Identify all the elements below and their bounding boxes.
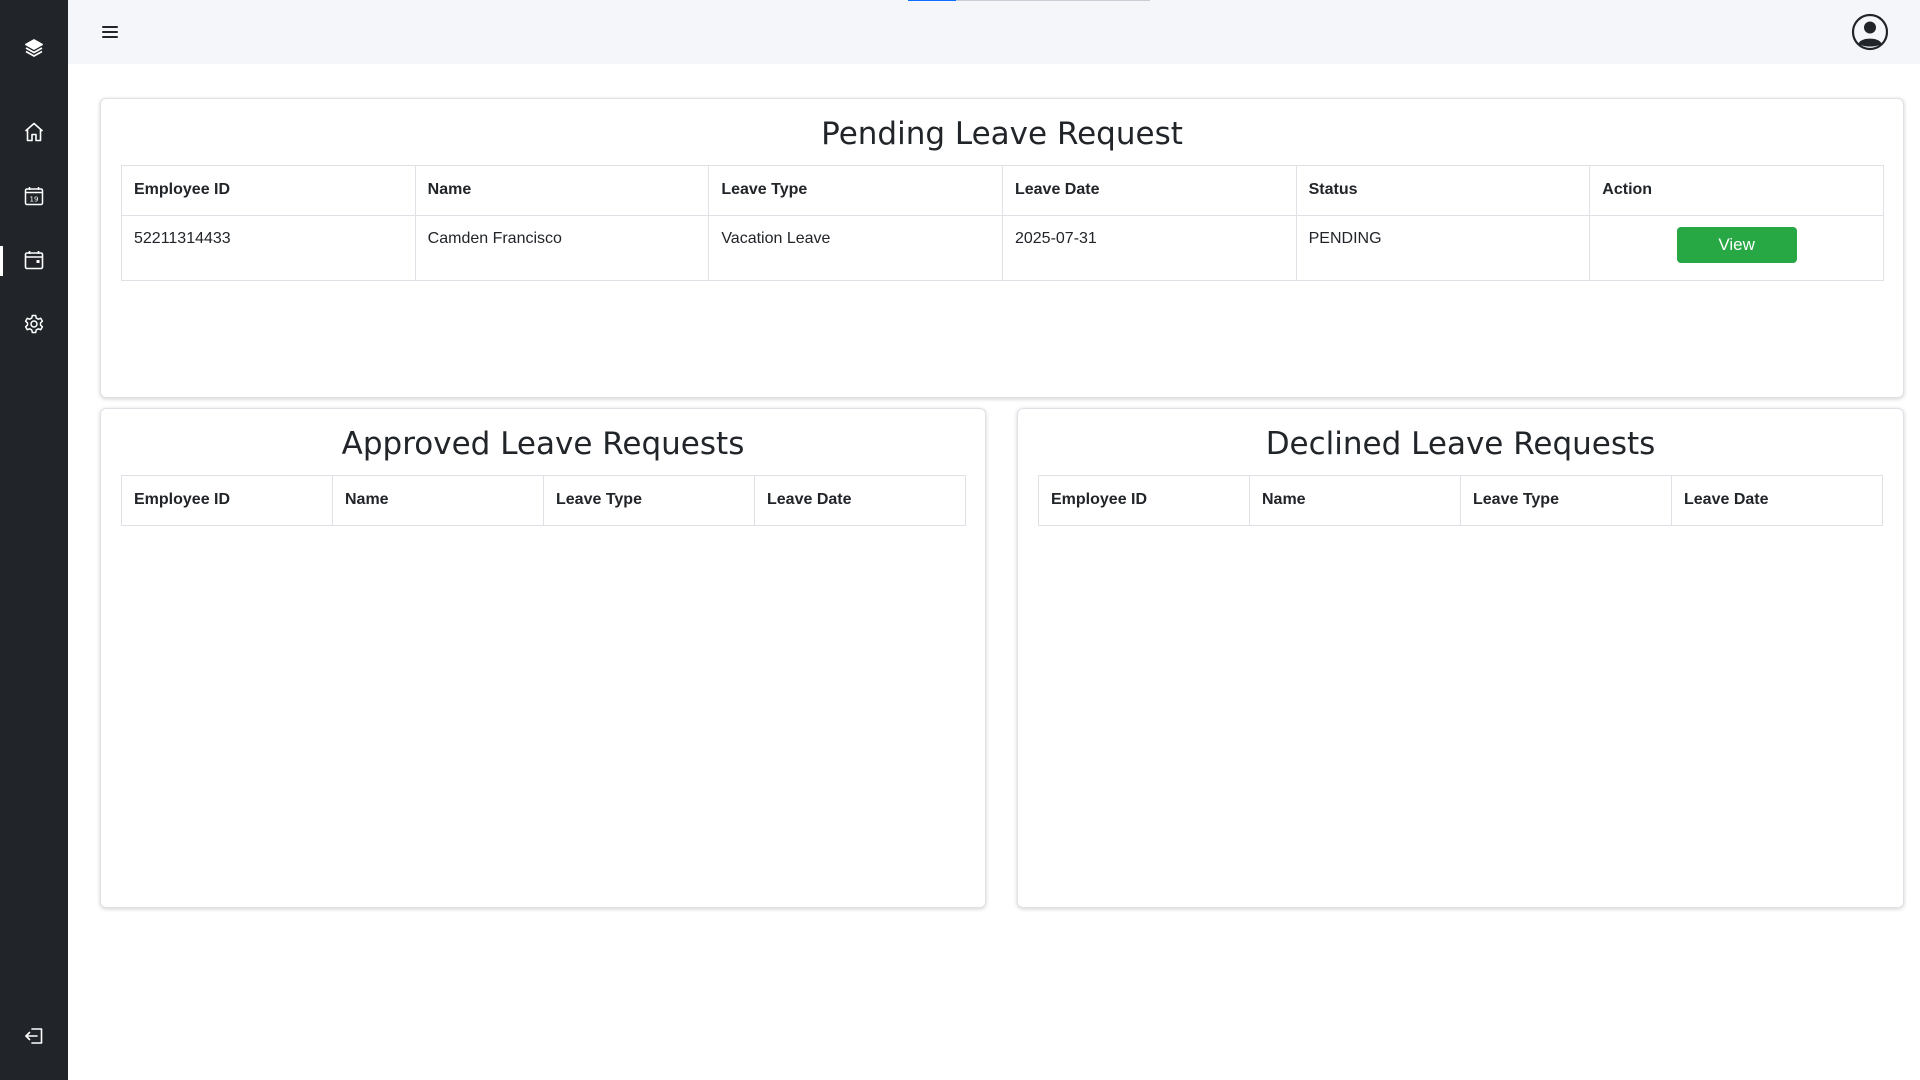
stack-icon[interactable] xyxy=(0,23,68,73)
sidebar: 19 xyxy=(0,0,68,1080)
column-header: Name xyxy=(414,165,710,216)
svg-text:19: 19 xyxy=(30,196,39,204)
declined-title: Declined Leave Requests xyxy=(1265,426,1656,462)
approved-table: Employee ID Name Leave Type Leave Date xyxy=(121,475,966,526)
logout-icon[interactable] xyxy=(0,1011,68,1061)
top-bar xyxy=(68,0,1920,64)
leave-type-cell: Vacation Leave xyxy=(708,215,1003,281)
name-cell: Camden Francisco xyxy=(414,215,710,281)
column-header: Name xyxy=(332,475,544,526)
table-row: 52211314433 Camden Francisco Vacation Le… xyxy=(121,215,1884,281)
calendar-icon[interactable] xyxy=(0,235,68,285)
user-circle-icon[interactable] xyxy=(1850,12,1890,52)
loading-progress-fill xyxy=(908,0,957,1)
status-cell: PENDING xyxy=(1295,215,1591,281)
pending-title: Pending Leave Request xyxy=(821,116,1183,152)
gear-icon[interactable] xyxy=(0,299,68,349)
column-header: Status xyxy=(1295,165,1591,216)
action-cell: View xyxy=(1589,215,1884,281)
column-header: Action xyxy=(1589,165,1884,216)
home-icon[interactable] xyxy=(0,107,68,157)
employee-id-cell: 52211314433 xyxy=(121,215,416,281)
declined-requests-card: Declined Leave Requests Employee ID Name… xyxy=(1017,408,1904,908)
column-header: Leave Type xyxy=(543,475,755,526)
column-header: Leave Date xyxy=(1671,475,1883,526)
column-header: Leave Date xyxy=(754,475,966,526)
column-header: Employee ID xyxy=(1038,475,1250,526)
approved-requests-card: Approved Leave Requests Employee ID Name… xyxy=(100,408,986,908)
declined-table: Employee ID Name Leave Type Leave Date xyxy=(1038,475,1883,526)
table-header-row: Employee ID Name Leave Type Leave Date S… xyxy=(121,165,1884,216)
view-button[interactable]: View xyxy=(1676,227,1797,263)
column-header: Leave Date xyxy=(1001,165,1297,216)
column-header: Leave Type xyxy=(1460,475,1672,526)
hamburger-icon[interactable] xyxy=(100,16,120,48)
approved-title: Approved Leave Requests xyxy=(341,426,745,462)
calendar-19-icon[interactable]: 19 xyxy=(0,171,68,221)
pending-requests-card: Pending Leave Request Employee ID Name L… xyxy=(100,98,1904,398)
column-header: Employee ID xyxy=(121,165,416,216)
column-header: Leave Type xyxy=(708,165,1003,216)
leave-date-cell: 2025-07-31 xyxy=(1001,215,1297,281)
column-header: Name xyxy=(1249,475,1461,526)
loading-progress-bar xyxy=(908,0,1150,1)
pending-table: Employee ID Name Leave Type Leave Date S… xyxy=(121,165,1884,281)
table-header-row: Employee ID Name Leave Type Leave Date xyxy=(1038,475,1883,526)
column-header: Employee ID xyxy=(121,475,333,526)
table-header-row: Employee ID Name Leave Type Leave Date xyxy=(121,475,966,526)
